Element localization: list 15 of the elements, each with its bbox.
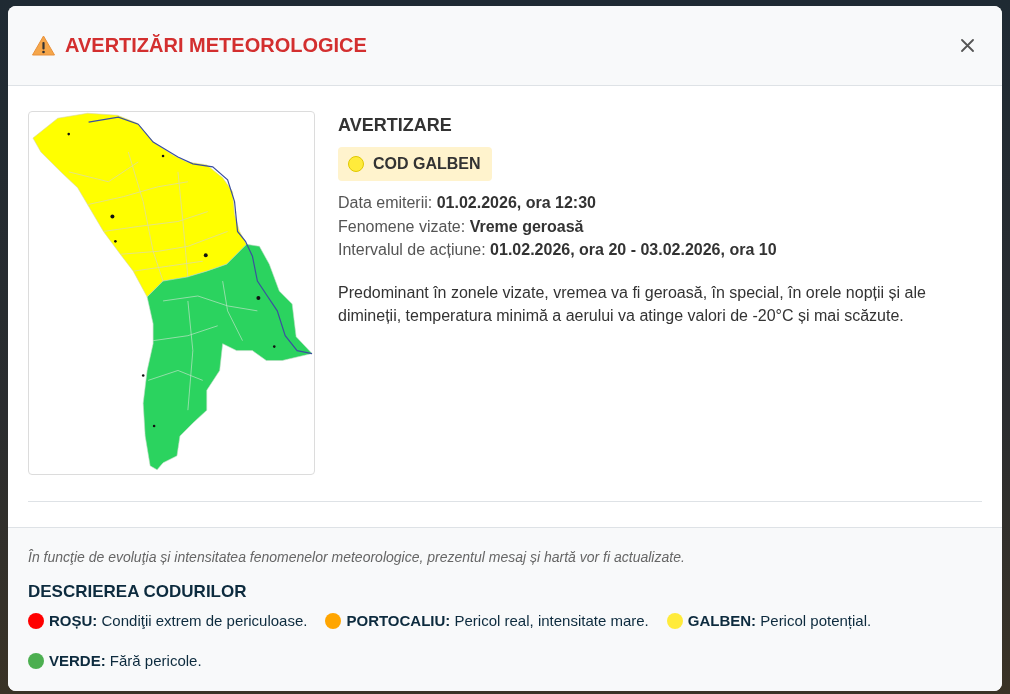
alert-code-label: COD GALBEN: [373, 155, 481, 173]
modal-title: AVERTIZĂRI METEOROLOGICE: [65, 34, 367, 57]
legend-text: GALBEN: Pericol potențial.: [687, 611, 872, 631]
legend-text: ROȘU: Condiţii extrem de periculoase.: [49, 611, 308, 631]
warning-heading: AVERTIZARE: [338, 115, 452, 136]
legend-heading: DESCRIEREA CODURILOR: [28, 582, 247, 602]
detail-line: Intervalul de acțiune: 01.02.2026, ora 20 - 03.02.2026, ora 10: [338, 240, 777, 260]
legend-text: VERDE: Fără pericole.: [49, 651, 202, 671]
detail-line: Fenomene vizate: Vreme geroasă: [338, 216, 584, 237]
warning-description: Predominant în zonele vizate, vremea va fi geroasă, în special, în orele nopții și ale dimineții, temperatura minimă a aerului va atinge valori de -20°C și mai scăzute.: [338, 282, 927, 326]
detail-line: Data emiterii: 01.02.2026, ora 12:30: [338, 193, 596, 213]
close-icon: [961, 39, 974, 52]
legend-text: PORTOCALIU: Pericol real, intensitate mare.: [346, 611, 649, 631]
warning-icon: [32, 35, 55, 56]
update-note: În funcţie de evoluţia și intensitatea fenomenelor meteorologice, prezentul mesaj și hartă vor fi actualizate.: [28, 548, 685, 567]
